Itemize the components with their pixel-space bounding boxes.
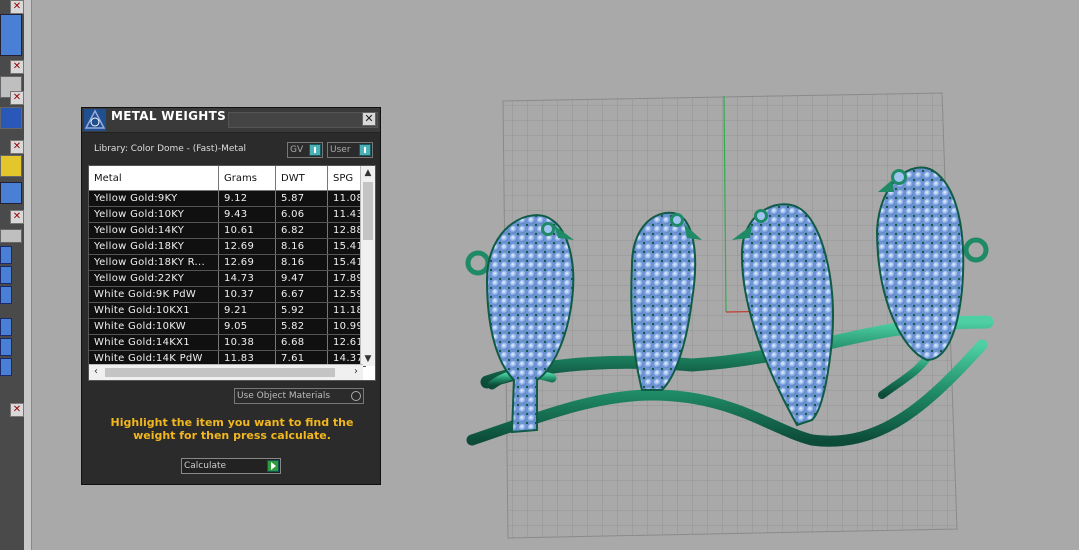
metal-cell: Yellow Gold:18KY R... xyxy=(89,254,219,271)
scroll-left-icon[interactable]: ‹ xyxy=(89,365,103,380)
table-row[interactable]: Yellow Gold:9KY 9.12 5.87 11.08 xyxy=(89,190,366,207)
panel-tab[interactable] xyxy=(0,266,12,284)
grams-cell: 10.61 xyxy=(218,222,276,239)
grid-tool-icon[interactable] xyxy=(0,107,22,129)
scroll-thumb[interactable] xyxy=(105,368,335,377)
panel-tab[interactable] xyxy=(0,246,12,264)
app-logo-icon xyxy=(84,109,106,131)
toolbar-slider-button[interactable] xyxy=(0,14,22,56)
dialog-title-bar[interactable]: METAL WEIGHTS ✕ xyxy=(82,108,380,133)
metal-cell: Yellow Gold:9KY xyxy=(89,190,219,207)
use-object-materials-label: Use Object Materials xyxy=(237,391,331,401)
gv-label: GV xyxy=(290,145,304,155)
gv-toggle-icon[interactable] xyxy=(309,144,321,156)
close-icon[interactable]: ✕ xyxy=(10,210,24,224)
dwt-cell: 6.67 xyxy=(275,286,328,303)
dwt-cell: 6.68 xyxy=(275,334,328,351)
close-icon[interactable]: ✕ xyxy=(10,403,24,417)
close-icon[interactable]: ✕ xyxy=(10,0,24,14)
grams-cell: 9.21 xyxy=(218,302,276,319)
dwt-cell: 8.16 xyxy=(275,254,328,271)
table-row[interactable]: White Gold:14KX1 10.38 6.68 12.61 xyxy=(89,334,366,351)
metal-cell: White Gold:14KX1 xyxy=(89,334,219,351)
metal-cell: Yellow Gold:22KY xyxy=(89,270,219,287)
metal-weights-dialog: METAL WEIGHTS ✕ Library: Color Dome - (F… xyxy=(81,107,381,485)
calculate-label: Calculate xyxy=(184,461,227,471)
left-toolbar: ✕ ✕ ✕ ✕ ✕ ✕ xyxy=(0,0,32,550)
table-row[interactable]: White Gold:10KW 9.05 5.82 10.99 xyxy=(89,318,366,335)
dwt-cell: 5.82 xyxy=(275,318,328,335)
table-row[interactable]: Yellow Gold:14KY 10.61 6.82 12.88 xyxy=(89,222,366,239)
dwt-cell: 9.47 xyxy=(275,270,328,287)
scroll-thumb[interactable] xyxy=(363,182,373,240)
grams-cell: 9.12 xyxy=(218,190,276,207)
table-row[interactable]: Yellow Gold:18KY R... 12.69 8.16 15.41 xyxy=(89,254,366,271)
play-icon[interactable] xyxy=(267,460,279,472)
grams-cell: 10.37 xyxy=(218,286,276,303)
instruction-text: Highlight the item you want to find the … xyxy=(110,416,354,442)
table-row[interactable]: Yellow Gold:22KY 14.73 9.47 17.89 xyxy=(89,270,366,287)
dwt-cell: 6.82 xyxy=(275,222,328,239)
table-row[interactable]: White Gold:9K PdW 10.37 6.67 12.59 xyxy=(89,286,366,303)
metal-cell: Yellow Gold:18KY xyxy=(89,238,219,255)
dwt-cell: 6.06 xyxy=(275,206,328,223)
panel-tab[interactable] xyxy=(0,286,12,304)
dwt-cell: 5.87 xyxy=(275,190,328,207)
column-header-grams[interactable]: Grams xyxy=(218,166,276,191)
grams-cell: 9.43 xyxy=(218,206,276,223)
use-object-materials-toggle[interactable]: Use Object Materials xyxy=(234,388,364,404)
metal-table: Metal Grams DWT SPG Yellow Gold:9KY 9.12 5… xyxy=(88,165,376,381)
grams-cell: 12.69 xyxy=(218,254,276,271)
horizontal-scrollbar[interactable]: ‹ › xyxy=(89,364,363,380)
user-selector[interactable]: User xyxy=(327,142,373,158)
column-header-metal[interactable]: Metal xyxy=(89,166,219,191)
dwt-cell: 8.16 xyxy=(275,238,328,255)
panel-tab[interactable] xyxy=(0,358,12,376)
dwt-cell: 5.92 xyxy=(275,302,328,319)
metal-cell: White Gold:10KX1 xyxy=(89,302,219,319)
transform-tool-icon[interactable] xyxy=(0,182,22,204)
scroll-down-icon[interactable]: ▼ xyxy=(361,352,375,366)
toggle-icon[interactable] xyxy=(351,391,361,401)
grams-cell: 10.38 xyxy=(218,334,276,351)
close-icon[interactable]: ✕ xyxy=(10,91,24,105)
dialog-title: METAL WEIGHTS xyxy=(111,109,227,123)
scroll-up-icon[interactable]: ▲ xyxy=(361,166,375,180)
table-row[interactable]: Yellow Gold:18KY 12.69 8.16 15.41 xyxy=(89,238,366,255)
user-label: User xyxy=(330,145,351,155)
metal-cell: Yellow Gold:14KY xyxy=(89,222,219,239)
grams-cell: 9.05 xyxy=(218,318,276,335)
selection-tool-icon[interactable] xyxy=(0,155,22,177)
column-header-dwt[interactable]: DWT xyxy=(275,166,328,191)
panel-tab[interactable] xyxy=(0,338,12,356)
vertical-scrollbar[interactable]: ▲ ▼ xyxy=(360,166,375,366)
grams-cell: 12.69 xyxy=(218,238,276,255)
close-icon[interactable]: ✕ xyxy=(362,112,376,126)
expand-arrow-icon[interactable] xyxy=(0,229,22,243)
panel-tab[interactable] xyxy=(0,318,12,336)
table-row[interactable]: Yellow Gold:10KY 9.43 6.06 11.43 xyxy=(89,206,366,223)
table-row[interactable]: White Gold:10KX1 9.21 5.92 11.18 xyxy=(89,302,366,319)
close-icon[interactable]: ✕ xyxy=(10,140,24,154)
title-spacer xyxy=(228,112,378,128)
close-icon[interactable]: ✕ xyxy=(10,60,24,74)
scroll-right-icon[interactable]: › xyxy=(349,365,363,380)
library-label: Library: Color Dome - (Fast)-Metal xyxy=(94,144,246,154)
metal-cell: White Gold:10KW xyxy=(89,318,219,335)
user-toggle-icon[interactable] xyxy=(359,144,371,156)
gv-selector[interactable]: GV xyxy=(287,142,323,158)
metal-cell: Yellow Gold:10KY xyxy=(89,206,219,223)
calculate-button[interactable]: Calculate xyxy=(181,458,281,474)
grams-cell: 14.73 xyxy=(218,270,276,287)
metal-cell: White Gold:9K PdW xyxy=(89,286,219,303)
